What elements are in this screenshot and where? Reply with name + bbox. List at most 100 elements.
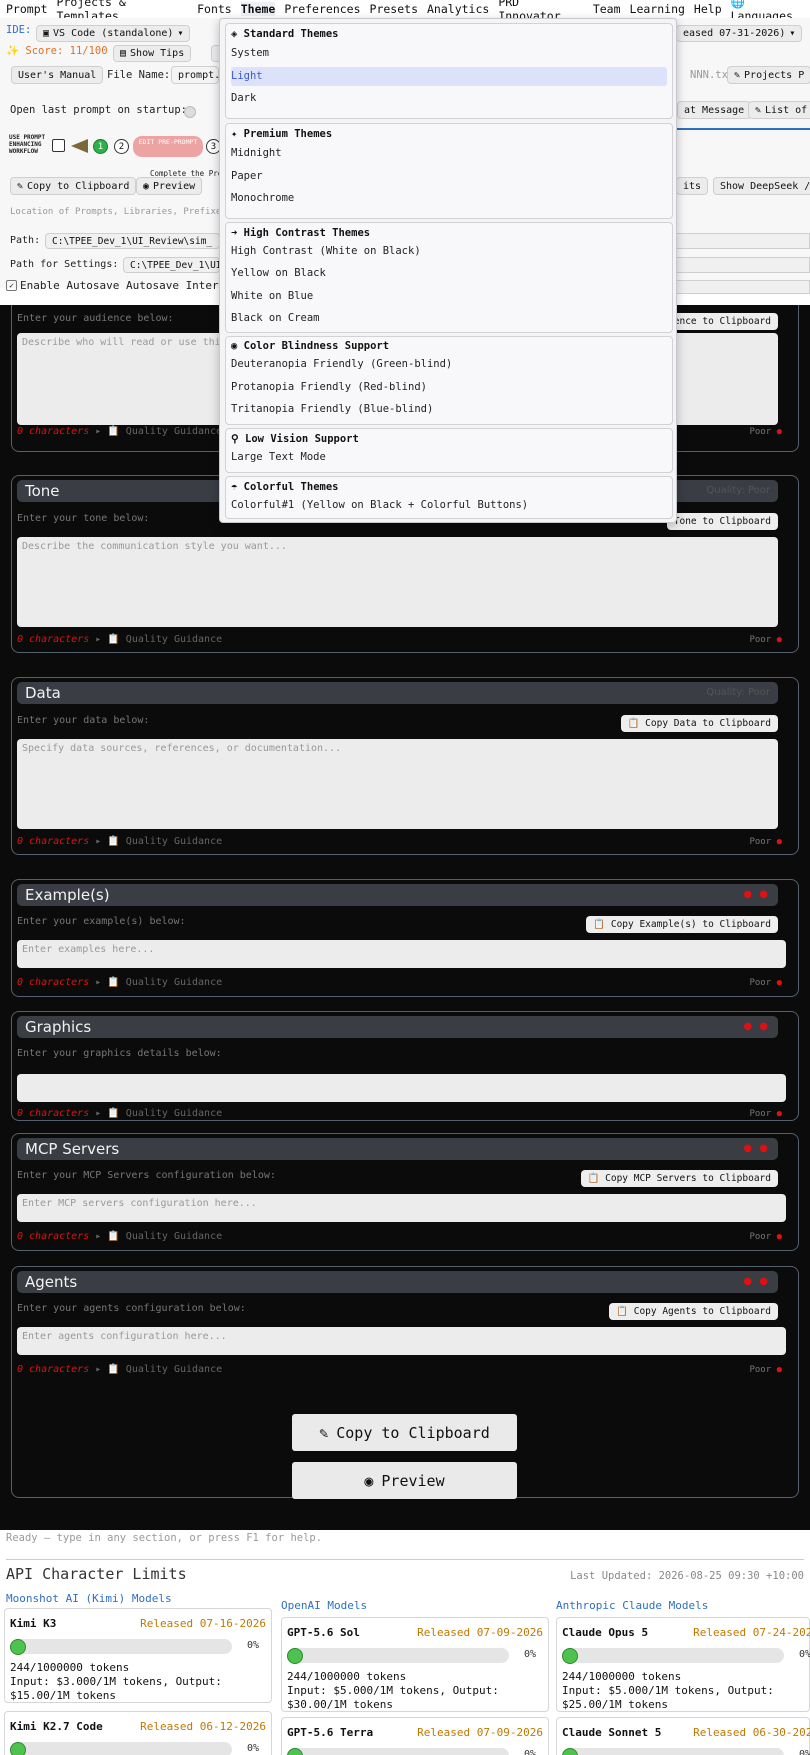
limits-title: API Character Limits xyxy=(6,1565,187,1583)
menu-team[interactable]: Team xyxy=(593,2,621,16)
theme-group-high-contrast-title: High Contrast Themes xyxy=(243,227,371,239)
show-deepseek-button[interactable]: Show DeepSeek / xyxy=(713,177,810,195)
examples-guidance-toggle[interactable]: ▸ 📋 Quality Guidance xyxy=(95,977,222,988)
menu-bar: Prompt Projects & Templates Fonts Theme … xyxy=(0,0,810,23)
theme-item-large-text[interactable]: Large Text Mode xyxy=(231,448,667,467)
preview-top-button[interactable]: ◉ Preview xyxy=(136,177,203,195)
theme-item-protanopia[interactable]: Protanopia Friendly (Red-blind) xyxy=(231,378,667,397)
workflow-checkbox[interactable] xyxy=(52,139,65,152)
menu-theme[interactable]: Theme xyxy=(240,2,276,16)
copy-audience-button[interactable]: ience to Clipboard xyxy=(661,313,778,330)
graphics-input[interactable] xyxy=(17,1074,786,1102)
theme-item-dark[interactable]: Dark xyxy=(231,89,667,108)
open-last-toggle[interactable] xyxy=(184,106,196,118)
copy-examples-button[interactable]: 📋 Copy Example(s) to Clipboard xyxy=(586,916,778,933)
theme-item-white-on-blue[interactable]: White on Blue xyxy=(231,287,667,306)
theme-item-monochrome[interactable]: Monochrome xyxy=(231,189,667,208)
token-count: 244/1000000 tokens xyxy=(287,1670,407,1683)
usage-bar xyxy=(562,1648,784,1664)
agents-guidance-toggle[interactable]: ▸ 📋 Quality Guidance xyxy=(95,1364,222,1375)
step-1-badge[interactable]: 1 xyxy=(93,139,108,154)
menu-learning[interactable]: Learning xyxy=(630,2,685,16)
graphics-guidance-toggle[interactable]: ▸ 📋 Quality Guidance xyxy=(95,1108,222,1119)
autosave-interval-input[interactable] xyxy=(676,280,810,294)
tone-rating-label: Poor xyxy=(749,635,772,645)
theme-item-yellow-on-black[interactable]: Yellow on Black xyxy=(231,264,667,283)
audience-guidance-toggle[interactable]: ▸ 📋 Quality Guidance xyxy=(95,426,222,437)
provider-kimi-label: Moonshot AI (Kimi) Models xyxy=(6,1592,172,1605)
menu-fonts[interactable]: Fonts xyxy=(197,2,232,16)
copy-tone-button[interactable]: Tone to Clipboard xyxy=(666,513,778,530)
theme-item-paper[interactable]: Paper xyxy=(231,167,667,186)
tone-textarea[interactable]: Describe the communication style you wan… xyxy=(17,537,778,627)
limits-button[interactable]: its xyxy=(676,177,709,195)
mcp-chars: 0 characters xyxy=(17,1231,90,1242)
mcp-guidance-toggle[interactable]: ▸ 📋 Quality Guidance xyxy=(95,1231,222,1242)
path-input[interactable]: C:\TPEE_Dev_1\UI_Review\sim_ xyxy=(45,233,220,249)
menu-preferences[interactable]: Preferences xyxy=(284,2,360,16)
status-dot-icon: ● xyxy=(776,978,782,988)
copy-data-button[interactable]: 📋 Copy Data to Clipboard xyxy=(620,715,778,732)
preview-button[interactable]: ◉ Preview xyxy=(292,1462,517,1499)
open-last-label: Open last prompt on startup: xyxy=(10,104,188,116)
theme-item-black-on-cream[interactable]: Black on Cream xyxy=(231,309,667,328)
mcp-title: MCP Servers xyxy=(25,1140,120,1158)
data-char-count: 0 characters ▸ 📋 Quality Guidance xyxy=(17,836,222,847)
list-of-button[interactable]: ✎ List of xyxy=(748,101,810,119)
agents-char-count: 0 characters ▸ 📋 Quality Guidance xyxy=(17,1364,222,1375)
tone-title: Tone xyxy=(25,482,60,500)
theme-group-colorful-title: Colorful Themes xyxy=(243,481,339,493)
mcp-servers-section: MCP Servers ● ● Enter your MCP Servers co… xyxy=(11,1133,799,1251)
status-dot-icon: ● xyxy=(776,837,782,847)
copy-agents-button[interactable]: 📋 Copy Agents to Clipboard xyxy=(609,1303,778,1320)
ide-select[interactable]: ▣ VS Code (standalone) ▾ xyxy=(36,25,191,42)
theme-item-light[interactable]: Light xyxy=(231,67,667,86)
audience-chars: 0 characters xyxy=(17,426,90,437)
theme-item-system[interactable]: System xyxy=(231,44,667,63)
mcp-input[interactable]: Enter MCP servers configuration here... xyxy=(17,1194,786,1222)
graphics-char-count: 0 characters ▸ 📋 Quality Guidance xyxy=(17,1108,222,1119)
list-of-label: List of xyxy=(765,104,808,116)
usage-indicator xyxy=(10,1639,26,1655)
usage-bar xyxy=(287,1648,509,1664)
theme-item-deuteranopia[interactable]: Deuteranopia Friendly (Green-blind) xyxy=(231,355,667,374)
examples-prompt: Enter your example(s) below: xyxy=(17,916,186,927)
model-card: Claude Opus 5 Released 07-24-2026 0% 244… xyxy=(556,1617,810,1712)
file-name-input[interactable]: prompt. xyxy=(171,66,220,84)
data-textarea[interactable]: Specify data sources, references, or doc… xyxy=(17,739,778,829)
theme-item-midnight[interactable]: Midnight xyxy=(231,144,667,163)
menu-prompt[interactable]: Prompt xyxy=(6,2,48,16)
copy-to-clipboard-button[interactable]: ✎ Copy to Clipboard xyxy=(292,1414,517,1451)
data-guidance-toggle[interactable]: ▸ 📋 Quality Guidance xyxy=(95,836,222,847)
preview-button-label: Preview xyxy=(381,1471,445,1490)
release-select[interactable]: eased 07-31-2026) ▾ xyxy=(676,25,803,42)
at-message-button[interactable]: at Message xyxy=(677,101,752,119)
examples-input[interactable]: Enter examples here... xyxy=(17,940,786,968)
theme-item-colorful-1[interactable]: Colorful#1 (Yellow on Black + Colorful B… xyxy=(231,496,667,515)
edit-preprompt-button[interactable]: EDIT PRE-PROMPT xyxy=(133,136,203,157)
autosave-checkbox[interactable]: ✓ xyxy=(6,280,17,291)
copy-to-clipboard-button-label: Copy to Clipboard xyxy=(336,1423,490,1442)
tone-guidance-toggle[interactable]: ▸ 📋 Quality Guidance xyxy=(95,634,222,645)
menu-help[interactable]: Help xyxy=(694,2,722,16)
menu-presets[interactable]: Presets xyxy=(370,2,418,16)
menu-analytics[interactable]: Analytics xyxy=(427,2,489,16)
copy-to-clipboard-top-button[interactable]: ✎ Copy to Clipboard xyxy=(10,177,137,195)
show-tips-button[interactable]: ▤ Show Tips xyxy=(113,45,192,62)
theme-item-tritanopia[interactable]: Tritanopia Friendly (Blue-blind) xyxy=(231,400,667,419)
projects-button[interactable]: ✎ Projects P xyxy=(727,66,810,84)
model-release: Released 07-09-2026 xyxy=(417,1626,543,1639)
use-prompt-label: USE PROMPT ENHANCING WORKFLOW xyxy=(9,134,46,155)
agents-chars: 0 characters xyxy=(17,1364,90,1375)
audience-char-count: 0 characters ▸ 📋 Quality Guidance xyxy=(17,426,222,437)
users-manual-button[interactable]: User's Manual xyxy=(11,66,104,84)
path-settings-input[interactable]: C:\TPEE_Dev_1\UI xyxy=(123,257,222,273)
agents-input[interactable]: Enter agents configuration here... xyxy=(17,1327,786,1355)
theme-group-premium-title: Premium Themes xyxy=(243,128,333,140)
step-2-badge[interactable]: 2 xyxy=(114,139,129,154)
usage-percent: 0% xyxy=(523,1749,536,1755)
clipboard-icon: ✎ xyxy=(755,104,762,116)
theme-group-standard-title: Standard Themes xyxy=(243,28,339,40)
theme-item-high-contrast[interactable]: High Contrast (White on Black) xyxy=(231,242,667,261)
copy-mcp-button[interactable]: 📋 Copy MCP Servers to Clipboard xyxy=(580,1170,778,1187)
